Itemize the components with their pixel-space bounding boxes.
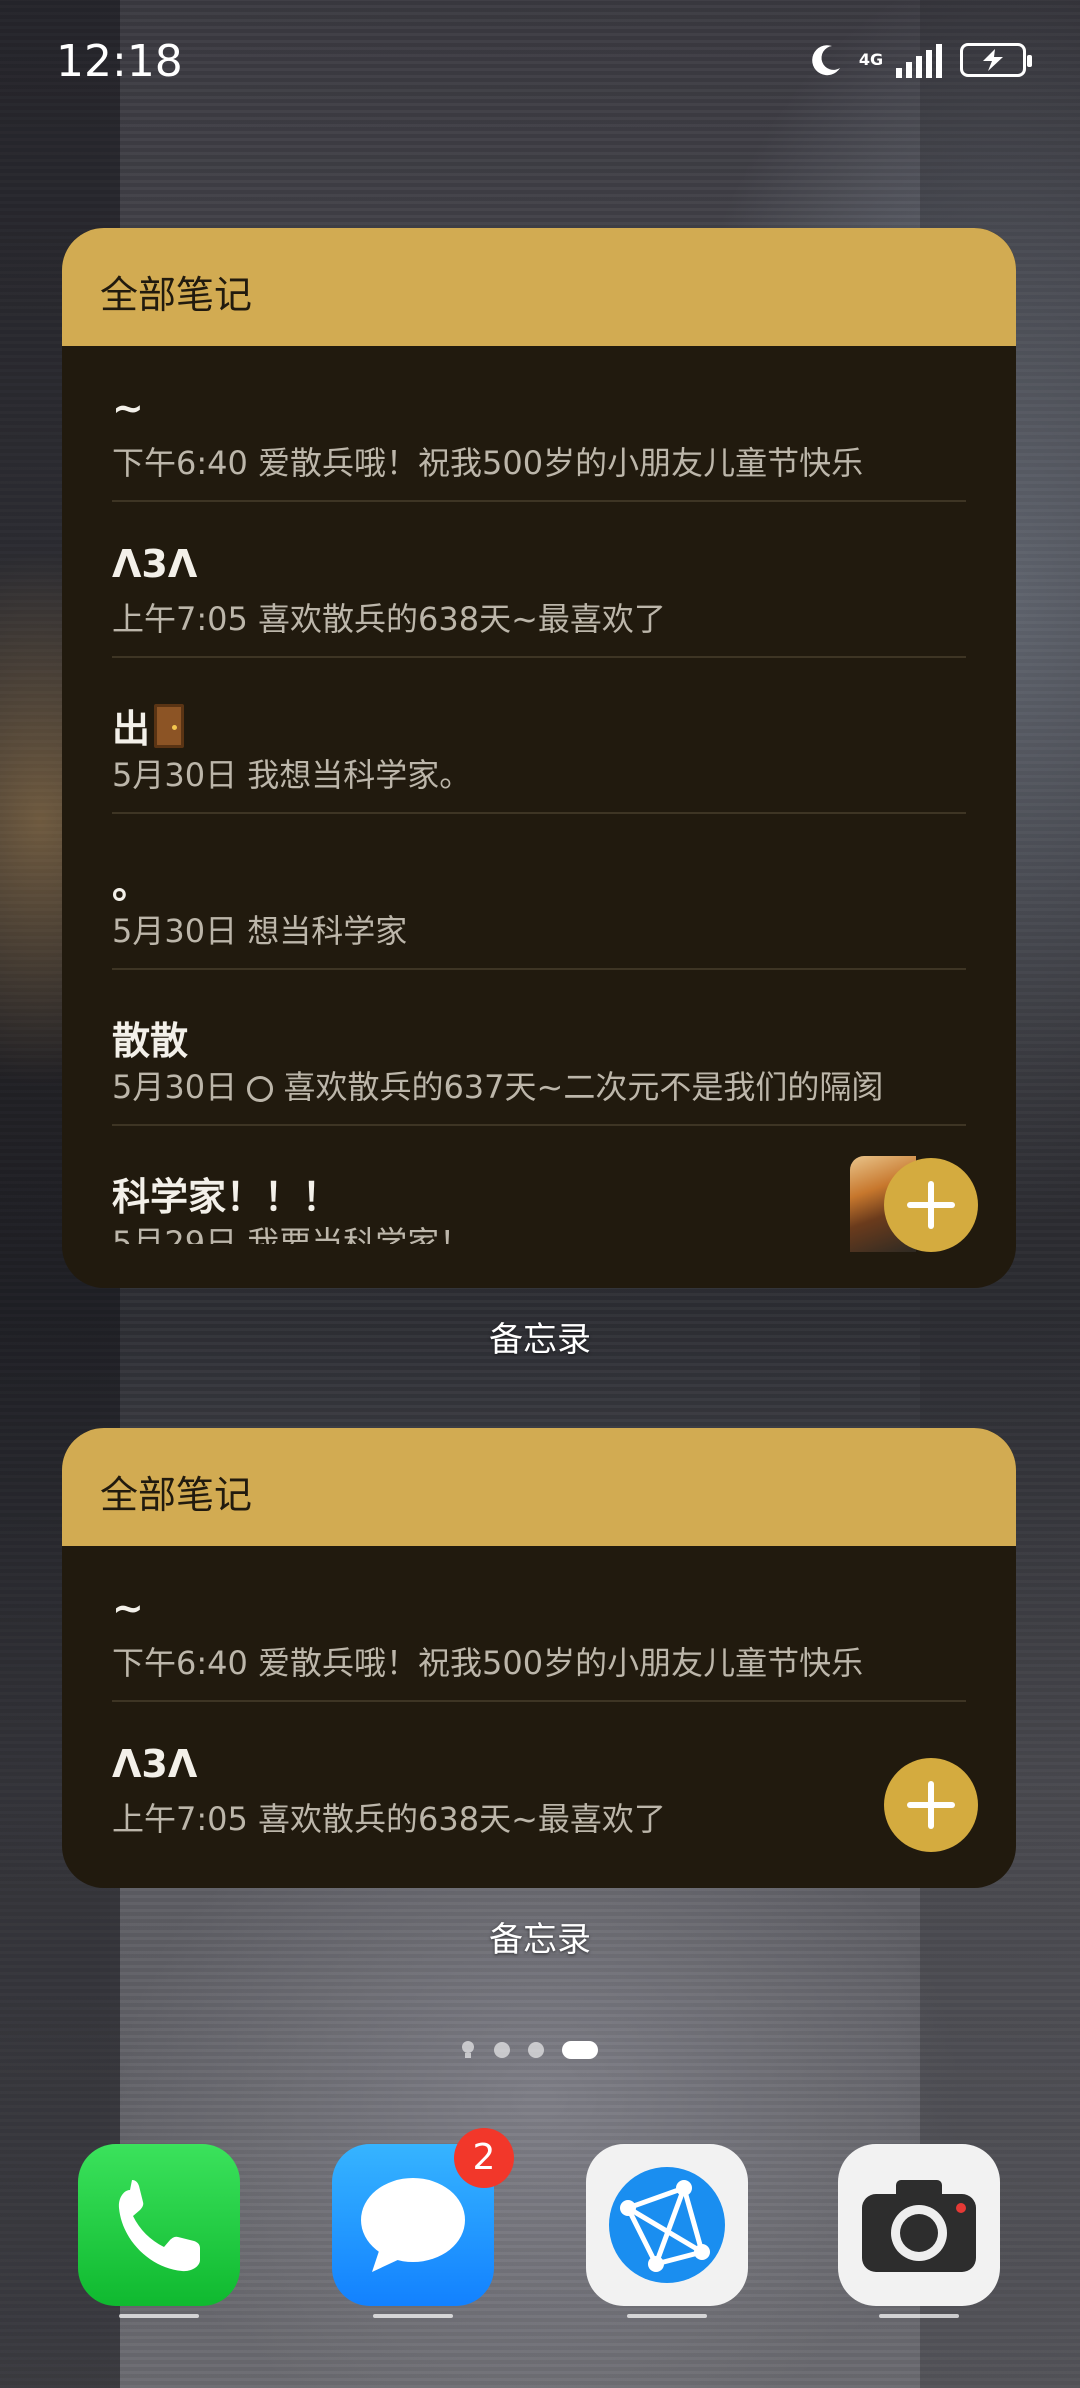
note-list[interactable]: ~ 下午6:40 爱散兵哦！祝我500岁的小朋友儿童节快乐 Λ3Λ 上午7:05… [62,346,1016,1244]
network-type-label: 4G [858,50,884,69]
dock-underline [879,2314,959,2318]
note-item[interactable]: Λ3Λ 上午7:05 喜欢散兵的638天~最喜欢了 [112,1702,966,1858]
page-dot-active[interactable] [562,2041,598,2059]
dock-underline [373,2314,453,2318]
phone-app[interactable] [78,2144,240,2306]
page-indicator[interactable] [460,2040,598,2060]
note-title: ~ [112,386,144,430]
note-item[interactable]: Λ3Λ 上午7:05 喜欢散兵的638天~最喜欢了 [112,502,966,658]
note-date: 5月30日 [112,1068,248,1106]
widget-header-title: 全部笔记 [100,1473,253,1517]
status-time: 12:18 [56,36,183,87]
widget-header[interactable]: 全部笔记 [62,1428,1016,1546]
widget-header-title: 全部笔记 [100,273,253,317]
do-not-disturb-moon-icon [812,45,840,76]
note-subtitle: 喜欢散兵的637天~二次元不是我们的隔阂 [273,1068,884,1106]
note-item[interactable]: ~ 下午6:40 爱散兵哦！祝我500岁的小朋友儿童节快乐 [112,346,966,502]
note-list[interactable]: ~ 下午6:40 爱散兵哦！祝我500岁的小朋友儿童节快乐 Λ3Λ 上午7:05… [62,1546,1016,1858]
widget-label[interactable]: 备忘录 [0,1912,1080,1961]
checkbox-circle-icon [247,1076,274,1102]
note-item[interactable]: 。 5月30日 想当科学家 [112,814,966,970]
page-dot[interactable] [528,2042,544,2058]
note-title: ~ [112,1586,144,1630]
browser-icon [609,2167,725,2283]
smart-suggestions-bulb-icon [462,2041,474,2058]
note-title: Λ3Λ [112,1742,198,1786]
note-item[interactable]: 科学家！！！ 5月29日 我要当科学家！ [112,1126,966,1244]
door-emoji-icon [154,704,185,748]
note-item[interactable]: ~ 下午6:40 爱散兵哦！祝我500岁的小朋友儿童节快乐 [112,1546,966,1702]
note-subtitle: 5月29日 我要当科学家！ [112,1224,472,1244]
camera-app[interactable] [838,2144,1000,2306]
note-item[interactable]: 出 5月30日 我想当科学家。 [112,658,966,814]
signal-strength-icon [896,42,942,78]
note-subtitle: 上午7:05 喜欢散兵的638天~最喜欢了 [112,1800,666,1838]
note-title: Λ3Λ [112,542,198,586]
note-title: 科学家！！！ [112,1175,341,1219]
camera-icon [862,2180,976,2272]
note-title: 散散 [112,1019,189,1063]
note-subtitle: 5月30日 我想当科学家。 [112,756,472,794]
unread-badge: 2 [454,2128,514,2188]
note-item[interactable]: 散散 5月30日 喜欢散兵的637天~二次元不是我们的隔阂 [112,970,966,1126]
note-subtitle: 5月30日 想当科学家 [112,912,408,950]
phone-icon [118,2180,200,2272]
dock-underline [119,2314,199,2318]
add-note-button[interactable] [884,1158,978,1252]
page-dot[interactable] [494,2042,510,2058]
widget-label[interactable]: 备忘录 [0,1312,1080,1361]
status-bar: 12:18 4G [0,0,1080,130]
add-note-button[interactable] [884,1758,978,1852]
note-subtitle: 下午6:40 爱散兵哦！祝我500岁的小朋友儿童节快乐 [112,1644,864,1682]
widget-header[interactable]: 全部笔记 [62,228,1016,346]
note-title: 出 [112,707,151,751]
note-subtitle: 上午7:05 喜欢散兵的638天~最喜欢了 [112,600,666,638]
notes-widget-large[interactable]: 全部笔记 ~ 下午6:40 爱散兵哦！祝我500岁的小朋友儿童节快乐 Λ3Λ 上… [62,228,1016,1288]
battery-charging-icon [960,43,1032,77]
note-subtitle: 下午6:40 爱散兵哦！祝我500岁的小朋友儿童节快乐 [112,444,864,482]
note-title: 。 [112,863,151,907]
browser-app[interactable] [586,2144,748,2306]
notes-widget-small[interactable]: 全部笔记 ~ 下午6:40 爱散兵哦！祝我500岁的小朋友儿童节快乐 Λ3Λ 上… [62,1428,1016,1888]
dock-underline [627,2314,707,2318]
